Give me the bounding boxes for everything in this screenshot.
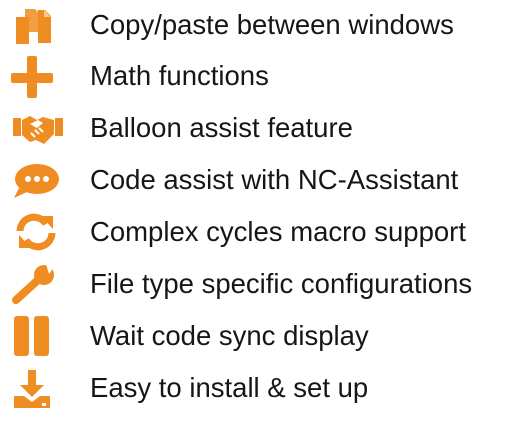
chat-bubble-icon [0, 158, 78, 202]
feature-label: File type specific configurations [90, 268, 473, 299]
feature-list: Copy/paste between windows Math function… [0, 0, 522, 427]
feature-label: Copy/paste between windows [90, 9, 454, 40]
feature-label: Math functions [90, 60, 269, 91]
feature-item-math: Math functions [0, 51, 522, 101]
feature-item-install: Easy to install & set up [0, 363, 522, 413]
copy-paste-icon [0, 3, 78, 47]
refresh-icon [0, 210, 78, 254]
download-icon [0, 366, 78, 410]
plus-icon [0, 54, 78, 98]
handshake-icon [0, 106, 78, 150]
pause-icon [0, 314, 78, 358]
feature-item-copy-paste: Copy/paste between windows [0, 0, 522, 50]
wrench-icon [0, 262, 78, 306]
feature-label: Easy to install & set up [90, 372, 369, 403]
feature-label: Wait code sync display [90, 320, 369, 351]
feature-item-cycles: Complex cycles macro support [0, 207, 522, 257]
feature-item-code-assist: Code assist with NC-Assistant [0, 155, 522, 205]
feature-item-wait-code: Wait code sync display [0, 311, 522, 361]
feature-label: Complex cycles macro support [90, 216, 466, 247]
feature-item-file-config: File type specific configurations [0, 259, 522, 309]
feature-label: Code assist with NC-Assistant [90, 164, 459, 195]
feature-label: Balloon assist feature [90, 112, 353, 143]
feature-item-balloon: Balloon assist feature [0, 103, 522, 153]
